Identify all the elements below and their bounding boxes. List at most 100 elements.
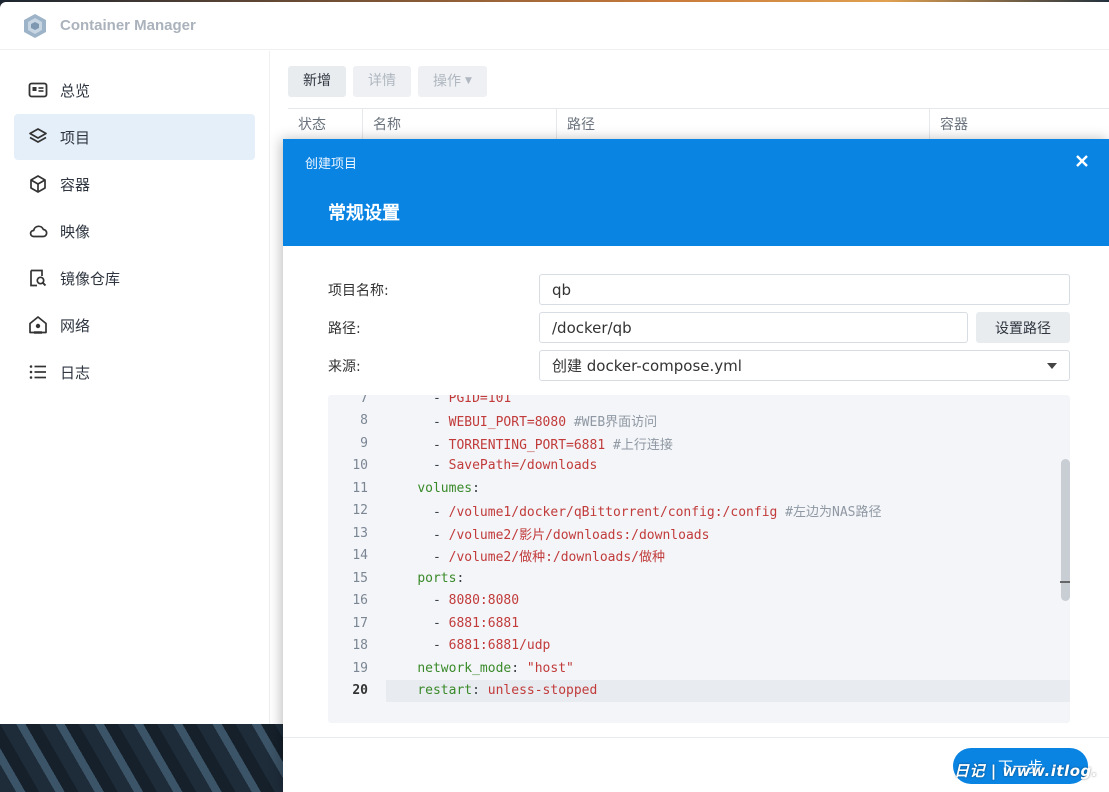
project-name-row: 项目名称: qb [328,274,1070,305]
line-number: 14 [352,548,368,564]
path-input[interactable]: /docker/qb [539,312,968,343]
code-text: - WEBUI_PORT=8080 #WEB界面访问 [386,411,657,430]
dialog-header: 创建项目 常规设置 [283,139,1109,246]
code-text: network_mode: "host" [386,661,574,676]
app-title: Container Manager [60,17,196,34]
column-header-name[interactable]: 名称 [363,109,557,141]
list-icon [28,362,48,382]
create-project-dialog: 创建项目 常规设置 项目名称: qb 路径: /docker/qb 设置路径 来… [283,139,1109,792]
code-token: : [456,570,465,586]
cube-icon [28,174,48,194]
action-dropdown-button[interactable]: 操作 ▼ [418,66,487,97]
code-line: 9 - TORRENTING_PORT=6881 #上行连接 [328,432,1070,455]
line-number: 12 [352,503,368,519]
sidebar-item-network[interactable]: 网络 [14,302,255,348]
code-line: 18 - 6881:6881/udp [328,635,1070,658]
code-token: : [472,683,488,699]
code-token: - [432,527,449,543]
watermark-text: 日记 | www.itlog. [954,762,1098,780]
line-number: 19 [352,660,368,676]
code-token: TORRENTING_PORT=6881 [448,437,606,453]
code-line: 12 - /volume1/docker/qBittorrent/config:… [328,500,1070,523]
code-line: 17 - 6881:6881 [328,612,1070,635]
title-bar: Container Manager [0,2,1109,50]
chevron-down-icon [1047,363,1057,369]
code-token: #WEB界面访问 [566,415,658,431]
code-token: 6881:6881/udp [448,638,551,654]
sidebar-item-label: 总览 [60,81,91,100]
details-button[interactable]: 详情 [353,66,411,97]
column-header-path[interactable]: 路径 [557,109,930,141]
close-icon[interactable] [1071,150,1093,172]
code-token: - [432,437,449,453]
set-path-button[interactable]: 设置路径 [976,312,1070,343]
code-text: ports: [386,571,464,586]
path-row: 路径: /docker/qb 设置路径 [328,312,1070,343]
code-token: - [432,458,449,474]
code-token: volumes [417,480,473,496]
code-token: /volume2/影片/downloads:/downloads [448,527,710,543]
line-number: 16 [352,593,368,609]
line-number: 18 [352,638,368,654]
line-number: 11 [352,480,368,496]
line-number: 15 [352,570,368,586]
column-header-container[interactable]: 容器 [930,109,1109,141]
code-text: - /volume2/做种:/downloads/做种 [386,546,665,565]
code-text: - SavePath=/downloads [386,458,597,473]
code-token: SavePath=/downloads [448,458,598,474]
sidebar-item-registry[interactable]: 镜像仓库 [14,255,255,301]
registry-search-icon [28,268,48,288]
container-manager-logo-icon [22,13,48,39]
line-number: 9 [360,435,368,451]
code-token: - [432,615,449,631]
line-number: 20 [352,683,368,699]
code-line: 7 - PGID=101 [328,395,1070,410]
new-button[interactable]: 新增 [288,66,346,97]
code-text: - 6881:6881/udp [386,638,550,653]
desktop-wallpaper-bottom [0,724,290,792]
sidebar: 总览 项目 容器 映像 镜像仓库 网络 日志 [0,51,270,724]
code-token: ports [417,570,457,586]
code-token: /volume1/docker/qBittorrent/config:/conf… [448,505,778,521]
code-token: - [432,638,449,654]
compose-code-editor[interactable]: 7 - PGID=101 8 - WEBUI_PORT=8080 #WEB界面访问… [328,395,1070,723]
code-line: 16 - 8080:8080 [328,590,1070,613]
code-token: #左边为NAS路径 [777,505,882,521]
code-text: - PGID=101 [386,395,511,406]
code-line: 15 ports: [328,567,1070,590]
line-number: 7 [360,395,368,406]
source-row: 来源: 创建 docker-compose.yml [328,350,1070,381]
code-line: 11 volumes: [328,477,1070,500]
sidebar-item-container[interactable]: 容器 [14,161,255,207]
path-label: 路径: [328,320,361,337]
code-text: - 8080:8080 [386,593,519,608]
dashboard-icon [28,80,48,100]
code-token: WEBUI_PORT=8080 [448,415,567,431]
sidebar-item-label: 映像 [60,222,91,241]
code-text: restart: unless-stopped [386,683,597,698]
code-token: : [511,660,527,676]
code-line: 19 network_mode: "host" [328,657,1070,680]
sidebar-item-overview[interactable]: 总览 [14,67,255,113]
layers-icon [28,127,48,147]
source-select[interactable]: 创建 docker-compose.yml [539,350,1070,381]
dialog-footer-divider [283,737,1109,738]
sidebar-item-label: 网络 [60,316,91,335]
cloud-icon [28,221,48,241]
code-line: 10 - SavePath=/downloads [328,455,1070,478]
code-token: #上行连接 [605,437,673,453]
code-token: /volume2/做种:/downloads/做种 [448,550,665,566]
sidebar-item-project[interactable]: 项目 [14,114,255,160]
code-token: network_mode [417,660,512,676]
code-text: - 6881:6881 [386,616,519,631]
sidebar-item-log[interactable]: 日志 [14,349,255,395]
network-home-icon [28,315,48,335]
column-header-status[interactable]: 状态 [288,109,363,141]
code-token: 6881:6881 [448,615,520,631]
code-token: - [432,505,449,521]
sidebar-item-label: 日志 [60,363,91,382]
project-name-input[interactable]: qb [539,274,1070,305]
sidebar-item-image[interactable]: 映像 [14,208,255,254]
sidebar-item-label: 容器 [60,175,91,194]
code-token: - [432,593,449,609]
